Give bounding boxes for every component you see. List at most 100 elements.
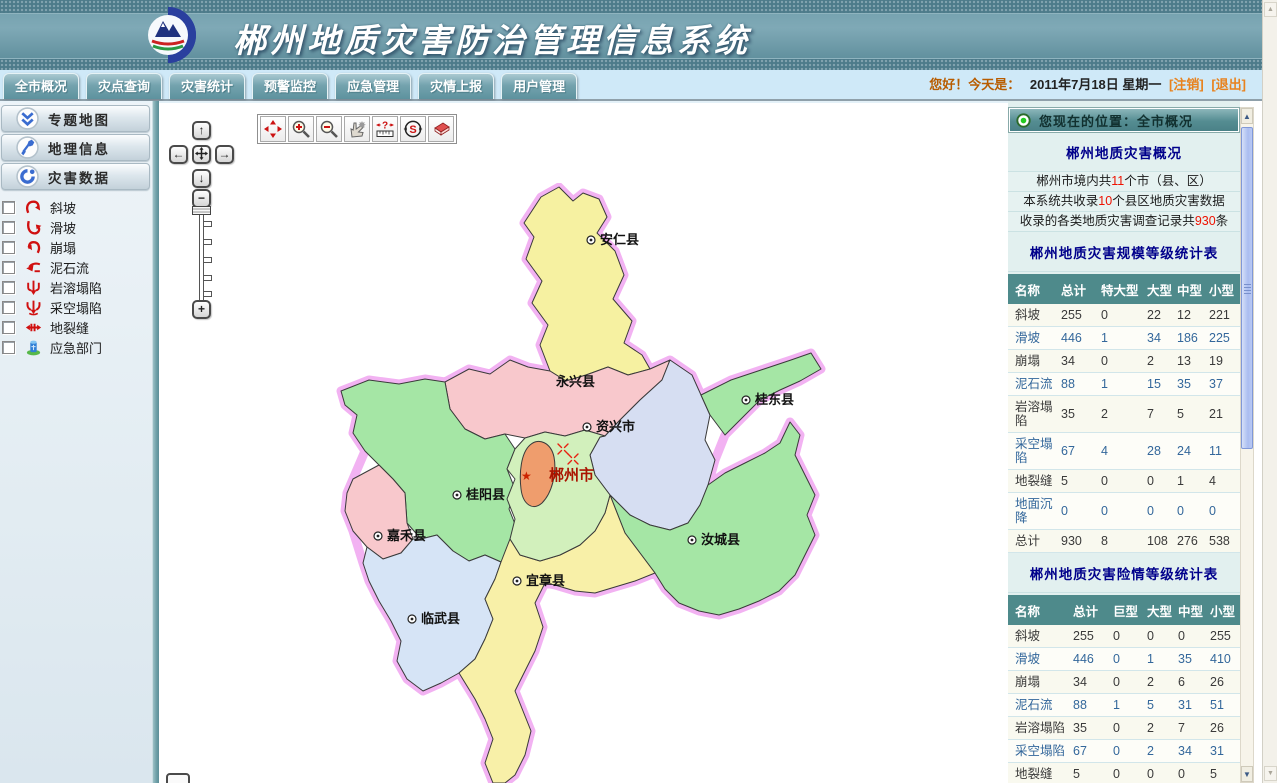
table-cell: 930 [1060,530,1100,553]
measure-tool-button[interactable]: ? [372,116,398,142]
table-row: 岩溶塌陷3527521 [1008,396,1240,433]
svg-text:S: S [409,124,416,136]
greeting-label: 您好！今天是： [929,77,1020,92]
table-cell: 35 [1060,396,1100,433]
nav-tab-6[interactable]: 灾情上报 [418,73,494,99]
table-cell: 7 [1177,717,1209,740]
layer-checkbox[interactable] [2,201,15,214]
pan-right-button[interactable]: → [215,145,234,164]
zoom-slider-tick [204,257,212,263]
nav-tab-1[interactable]: 全市概况 [3,73,79,99]
layer-checkbox[interactable] [2,241,15,254]
page-scroll-up-arrow[interactable]: ▲ [1264,2,1277,17]
select-tool-button[interactable] [344,116,370,142]
sidebar-section-3[interactable]: 灾害数据 [1,163,150,190]
column-header: 大型 [1146,274,1176,304]
table-cell: 0 [1177,625,1209,648]
district-label[interactable]: 桂阳县 [465,487,505,502]
zoom-slider-thumb[interactable] [192,206,211,215]
table-row: 滑坡446134186225 [1008,327,1240,350]
pan-up-button[interactable]: ↑ [192,121,211,140]
panel-scroll-thumb[interactable] [1241,127,1253,449]
table-cell: 岩溶塌陷 [1008,396,1060,433]
sidebar-section-2[interactable]: 地理信息 [1,134,150,161]
table-row: 崩塌34021319 [1008,350,1240,373]
pan-left-button[interactable]: ← [169,145,188,164]
table-cell: 22 [1146,304,1176,327]
district-label[interactable]: 永兴县 [555,374,595,389]
district-label[interactable]: 资兴市 [596,419,635,434]
table-cell: 0 [1146,470,1176,493]
column-header: 中型 [1176,274,1208,304]
layer-checkbox[interactable] [2,301,15,314]
geo-info-icon [16,136,39,159]
table-cell: 34 [1072,671,1112,694]
table-cell: 1 [1112,694,1146,717]
table-cell: 19 [1208,350,1240,373]
layer-checkbox[interactable] [2,221,15,234]
nav-tab-2[interactable]: 灾点查询 [86,73,162,99]
layer-row-2: 滑坡 [2,217,152,237]
table-cell: 51 [1209,694,1240,717]
zoom-in-tool-button[interactable] [288,116,314,142]
district-map[interactable]: 安仁县永兴县资兴市桂东县★郴州市桂阳县嘉禾县汝城县宜章县临武县 [309,183,1008,783]
sidebar-splitter[interactable] [152,101,159,783]
nav-tab-7[interactable]: 用户管理 [501,73,577,99]
column-header: 大型 [1146,595,1177,625]
district-label[interactable]: 嘉禾县 [386,528,426,543]
logout-link[interactable]: [注销] [1169,77,1204,92]
overview-line-3: 收录的各类地质灾害调查记录共930条 [1008,212,1240,232]
zoom-slider-tick [204,275,212,281]
panel-scrollbar[interactable]: ▲ ▼ [1240,107,1254,783]
page-scrollbar[interactable]: ▲ ▼ [1262,0,1277,783]
map-area[interactable]: ↑ ← → ↓ − + ?S [159,101,1008,783]
application-window: 郴州地质灾害防治管理信息系统 全市概况灾点查询灾害统计预警监控应急管理灾情上报用… [0,0,1277,783]
pan-down-button[interactable]: ↓ [192,169,211,188]
table-cell: 滑坡 [1008,648,1072,671]
overview-line-1: 郴州市境内共11个市（县、区） [1008,172,1240,192]
district-label[interactable]: 临武县 [421,611,460,626]
layer-checkbox[interactable] [2,281,15,294]
pan-tool-button[interactable] [260,116,286,142]
table-cell: 31 [1209,740,1240,763]
nav-tab-3[interactable]: 灾害统计 [169,73,245,99]
exit-link[interactable]: [退出] [1211,77,1246,92]
table-cell: 泥石流 [1008,694,1072,717]
clear-tool-button[interactable] [428,116,454,142]
column-header: 总计 [1060,274,1100,304]
table-cell: 0 [1146,763,1177,783]
scale-tool-button[interactable]: S [400,116,426,142]
nav-tab-4[interactable]: 预警监控 [252,73,328,99]
table-cell: 2 [1146,717,1177,740]
district-label[interactable]: 汝城县 [701,532,740,547]
page-scroll-down-arrow[interactable]: ▼ [1264,766,1277,781]
slope-icon [25,199,42,216]
panel-scroll-up-arrow[interactable]: ▲ [1241,108,1253,124]
table-cell: 崩塌 [1008,671,1072,694]
mining-collapse-icon [25,299,42,316]
map-corner-button[interactable] [166,773,190,783]
zoom-in-step-button[interactable]: + [192,300,211,319]
overview-title: 郴州地质灾害概况 [1008,132,1240,172]
table-cell: 12 [1176,304,1208,327]
district-label[interactable]: 宜章县 [526,573,565,588]
column-header: 巨型 [1112,595,1146,625]
district-label[interactable]: 桂东县 [754,392,794,407]
table-cell: 泥石流 [1008,373,1060,396]
table-cell: 26 [1209,671,1240,694]
table-cell: 5 [1060,470,1100,493]
zoom-out-tool-button[interactable] [316,116,342,142]
table-cell: 崩塌 [1008,350,1060,373]
layer-checkbox[interactable] [2,321,15,334]
layer-checkbox[interactable] [2,341,15,354]
table-cell: 0 [1060,493,1100,530]
sidebar-section-1[interactable]: 专题地图 [1,105,150,132]
pan-center-button[interactable] [192,145,211,164]
nav-tab-5[interactable]: 应急管理 [335,73,411,99]
district-label[interactable]: 郴州市 [549,466,594,484]
table-cell: 5 [1146,694,1177,717]
table-cell: 37 [1208,373,1240,396]
panel-scroll-down-arrow[interactable]: ▼ [1241,766,1253,782]
district-label[interactable]: 安仁县 [600,232,639,247]
layer-checkbox[interactable] [2,261,15,274]
